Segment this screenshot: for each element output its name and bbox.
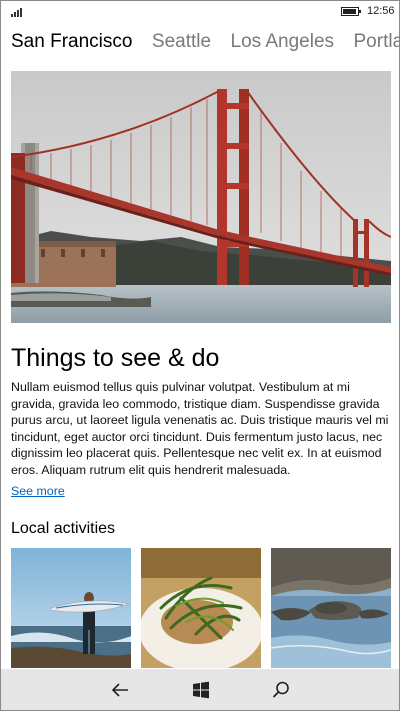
clock: 12:56 (367, 5, 395, 17)
pivot-item-los-angeles[interactable]: Los Angeles (231, 31, 335, 53)
surfer-image[interactable] (11, 548, 131, 668)
pivot-item-san-francisco[interactable]: San Francisco (11, 31, 132, 53)
back-arrow-icon[interactable] (110, 679, 132, 701)
pivot-item-portland[interactable]: Portland (354, 31, 400, 53)
status-bar: 12:56 (1, 1, 399, 23)
pivot-item-seattle[interactable]: Seattle (152, 31, 211, 53)
section-body: Nullam euismod tellus quis pulvinar volu… (11, 380, 389, 477)
golden-gate-bridge-image (11, 71, 391, 323)
signal-icon (11, 7, 25, 17)
windows-logo-icon[interactable] (190, 679, 212, 701)
local-activities-title: Local activities (11, 520, 116, 537)
battery-icon (341, 7, 361, 16)
section-title: Things to see & do (11, 344, 220, 372)
local-activities-list (11, 548, 391, 668)
content-area[interactable]: Things to see & do Nullam euismod tellus… (11, 71, 391, 669)
city-pivot: San Francisco Seattle Los Angeles Portla… (11, 31, 400, 65)
navigation-bar (1, 669, 399, 710)
food-image[interactable] (141, 548, 261, 668)
search-icon[interactable] (270, 679, 292, 701)
seals-image[interactable] (271, 548, 391, 668)
see-more-link[interactable]: See more (11, 484, 65, 498)
